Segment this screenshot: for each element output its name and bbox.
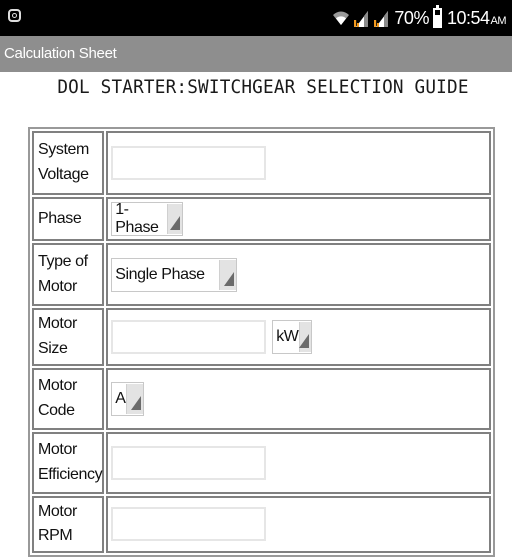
cell-phase: 1-Phase xyxy=(106,197,491,241)
battery-percent: 70% xyxy=(394,7,429,28)
clock-ampm: AM xyxy=(490,14,507,27)
cell-motor-rpm xyxy=(106,495,491,554)
action-bar: Calculation Sheet xyxy=(0,36,512,72)
dropdown-arrow-icon xyxy=(219,259,237,290)
motor-size-unit-select[interactable]: kW xyxy=(272,319,313,354)
motor-efficiency-input[interactable] xyxy=(111,445,267,480)
label-line-2: Code xyxy=(38,401,75,419)
phase-select-value: 1-Phase xyxy=(115,201,159,236)
label-line-2: Efficiency xyxy=(38,465,103,483)
label-motor-size: Motor Size xyxy=(32,308,105,366)
row-motor-size: Motor Size kW xyxy=(32,308,491,366)
dropdown-arrow-icon xyxy=(166,204,183,234)
motor-type-select[interactable]: Single Phase xyxy=(111,257,238,292)
label-line-1: System xyxy=(38,141,89,159)
dropdown-arrow-icon xyxy=(298,321,312,352)
row-motor-code: Motor Code A xyxy=(32,367,491,430)
motor-rpm-input[interactable] xyxy=(111,507,267,542)
cell-system-voltage xyxy=(106,131,491,195)
cell-motor-size: kW xyxy=(106,308,491,366)
label-motor-type: Type of Motor xyxy=(32,243,105,306)
row-system-voltage: System Voltage xyxy=(32,131,491,195)
dropdown-arrow-icon xyxy=(126,383,144,414)
row-motor-efficiency: Motor Efficiency xyxy=(32,431,491,494)
cell-motor-code: A xyxy=(106,367,491,430)
clock-time: 10:54 xyxy=(446,7,490,28)
system-voltage-input[interactable] xyxy=(111,146,267,180)
phase-select[interactable]: 1-Phase xyxy=(111,201,184,236)
label-line-1: Motor xyxy=(38,376,77,394)
battery-icon xyxy=(432,5,442,28)
row-motor-rpm: Motor RPM xyxy=(32,495,491,554)
row-motor-type: Type of Motor Single Phase xyxy=(32,243,491,306)
status-bar: 70% 10:54AM xyxy=(0,0,512,36)
label-line-1: Type of xyxy=(38,252,88,270)
label-motor-code: Motor Code xyxy=(32,367,105,430)
clock: 10:54AM xyxy=(446,7,507,29)
label-motor-efficiency: Motor Efficiency xyxy=(32,431,105,494)
instagram-icon xyxy=(8,9,21,22)
label-phase: Phase xyxy=(32,197,105,241)
status-icons: 70% 10:54AM xyxy=(332,5,507,30)
motor-size-input[interactable] xyxy=(111,319,267,354)
label-line-1: Motor xyxy=(38,440,77,458)
page-title: DOL STARTER:SWITCHGEAR SELECTION GUIDE xyxy=(57,76,469,98)
motor-code-select[interactable]: A xyxy=(111,381,145,416)
action-bar-title: Calculation Sheet xyxy=(4,45,117,62)
label-motor-rpm: Motor RPM xyxy=(32,495,105,554)
wifi-icon xyxy=(333,11,350,25)
row-phase: Phase 1-Phase xyxy=(32,197,491,241)
motor-size-unit-value: kW xyxy=(276,327,299,345)
label-line-2: Voltage xyxy=(38,166,89,183)
motor-code-select-value: A xyxy=(115,389,126,407)
label-line-2: Motor xyxy=(38,277,77,295)
cell-motor-type: Single Phase xyxy=(106,243,491,306)
motor-type-select-value: Single Phase xyxy=(115,265,205,283)
cell-motor-efficiency xyxy=(106,431,491,494)
label-system-voltage: System Voltage xyxy=(32,131,105,195)
calculation-form: System Voltage Phase 1-Phase Type of Motor… xyxy=(28,127,495,557)
signal-icon-2 xyxy=(374,11,389,27)
signal-icon xyxy=(354,11,369,27)
